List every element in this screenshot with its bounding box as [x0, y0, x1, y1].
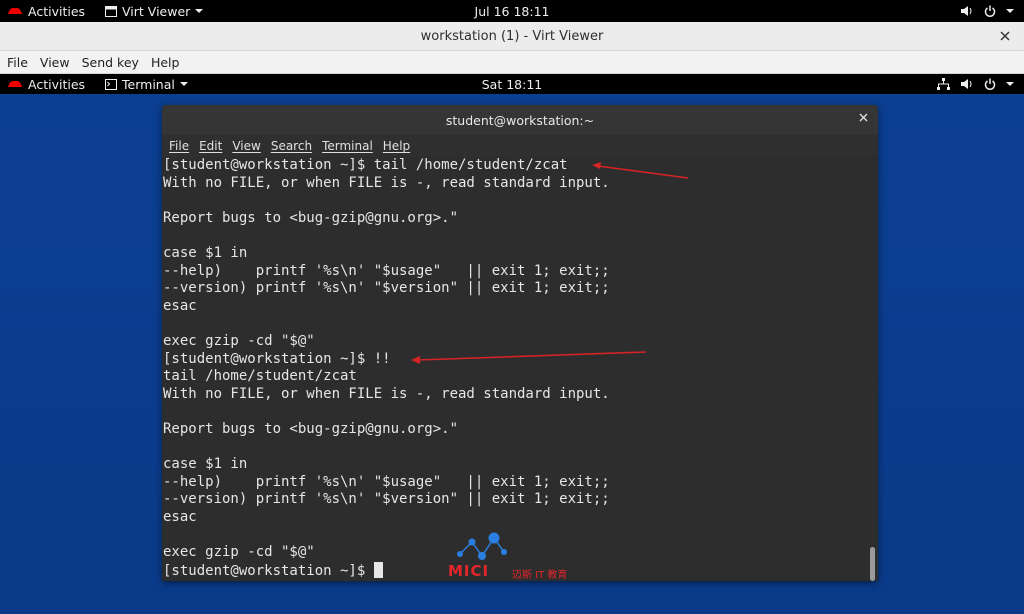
- terminal-title: student@workstation:~: [445, 112, 595, 128]
- host-top-bar: Activities Virt Viewer Jul 16 18:11: [0, 0, 1024, 22]
- close-icon: [1000, 31, 1010, 41]
- terminal-line: esac: [163, 297, 197, 314]
- chevron-down-icon: [179, 81, 188, 87]
- host-clock[interactable]: Jul 16 18:11: [475, 4, 550, 19]
- terminal-line: Report bugs to <bug-gzip@gnu.org>.": [163, 209, 459, 226]
- terminal-icon: [105, 78, 118, 90]
- viewer-title-bar: workstation (1) - Virt Viewer: [0, 22, 1024, 51]
- terminal-line: case $1 in: [163, 456, 248, 473]
- host-activities-button[interactable]: Activities: [28, 4, 85, 19]
- guest-app-name: Terminal: [122, 76, 175, 92]
- terminal-line: exec gzip -cd "$@": [163, 332, 315, 349]
- viewer-menu-bar: File View Send key Help: [0, 51, 1024, 74]
- terminal-line: tail /home/student/zcat: [163, 368, 357, 385]
- terminal-text: [student@workstation ~]$ tail /home/stud…: [162, 157, 878, 562]
- terminal-line: --version) printf '%s\n' "$version" || e…: [163, 491, 610, 508]
- guest-top-bar: Activities Terminal Sat 18:11: [0, 74, 1024, 94]
- terminal-menu-terminal[interactable]: Terminal: [317, 139, 378, 153]
- terminal-title-bar[interactable]: student@workstation:~: [162, 105, 878, 135]
- terminal-line: Report bugs to <bug-gzip@gnu.org>.": [163, 420, 459, 437]
- terminal-line: With no FILE, or when FILE is -, read st…: [163, 174, 610, 191]
- terminal-line: case $1 in: [163, 244, 248, 261]
- guest-clock[interactable]: Sat 18:11: [482, 77, 543, 92]
- viewer-menu-help[interactable]: Help: [145, 55, 186, 70]
- terminal-window: student@workstation:~ File Edit View Sea…: [162, 105, 878, 581]
- molecule-logo-icon: [457, 532, 507, 560]
- guest-activities-button[interactable]: Activities: [28, 77, 85, 92]
- terminal-menu-edit[interactable]: Edit: [194, 139, 227, 153]
- terminal-output[interactable]: [student@workstation ~]$ tail /home/stud…: [162, 157, 878, 581]
- close-icon: [859, 113, 868, 122]
- redhat-logo-icon: [8, 78, 22, 90]
- chevron-down-icon: [195, 8, 204, 14]
- terminal-line: esac: [163, 508, 197, 525]
- terminal-menu-file[interactable]: File: [162, 139, 194, 153]
- terminal-close-button[interactable]: [859, 111, 868, 125]
- guest-app-menu[interactable]: Terminal: [105, 77, 188, 92]
- power-icon[interactable]: [984, 78, 996, 90]
- terminal-menu-view[interactable]: View: [227, 139, 265, 153]
- terminal-scrollbar[interactable]: [870, 547, 875, 581]
- window-icon: [105, 5, 118, 17]
- network-icon[interactable]: [937, 78, 950, 90]
- viewer-title: workstation (1) - Virt Viewer: [420, 28, 604, 44]
- watermark-subtitle: 迈斯 IT 教育: [512, 570, 568, 581]
- terminal-line: --help) printf '%s\n' "$usage" || exit 1…: [163, 262, 610, 279]
- host-app-name: Virt Viewer: [122, 3, 191, 19]
- volume-icon[interactable]: [960, 78, 974, 90]
- terminal-prompt: [student@workstation ~]$: [163, 562, 374, 579]
- host-app-menu[interactable]: Virt Viewer: [105, 3, 204, 19]
- chevron-down-icon[interactable]: [1006, 81, 1014, 87]
- terminal-line: [student@workstation ~]$ !!: [163, 350, 391, 367]
- chevron-down-icon[interactable]: [1006, 8, 1014, 14]
- volume-icon[interactable]: [960, 5, 974, 17]
- viewer-menu-file[interactable]: File: [0, 55, 34, 70]
- power-icon[interactable]: [984, 5, 996, 17]
- terminal-line: With no FILE, or when FILE is -, read st…: [163, 385, 610, 402]
- terminal-line: --version) printf '%s\n' "$version" || e…: [163, 280, 610, 297]
- viewer-close-button[interactable]: [996, 27, 1014, 45]
- watermark-brand: MICI: [448, 562, 490, 580]
- viewer-menu-view[interactable]: View: [34, 55, 76, 70]
- redhat-logo-icon: [8, 5, 22, 17]
- terminal-line: [student@workstation ~]$ tail /home/stud…: [163, 157, 568, 173]
- terminal-menu-bar: File Edit View Search Terminal Help: [162, 135, 878, 157]
- viewer-menu-send-key[interactable]: Send key: [76, 55, 145, 70]
- terminal-menu-help[interactable]: Help: [378, 139, 415, 153]
- terminal-menu-search[interactable]: Search: [266, 139, 317, 153]
- text-cursor: [373, 561, 383, 578]
- terminal-line: --help) printf '%s\n' "$usage" || exit 1…: [163, 473, 610, 490]
- terminal-line: exec gzip -cd "$@": [163, 544, 315, 561]
- mici-watermark: MICI 迈斯 IT 教育: [448, 532, 588, 581]
